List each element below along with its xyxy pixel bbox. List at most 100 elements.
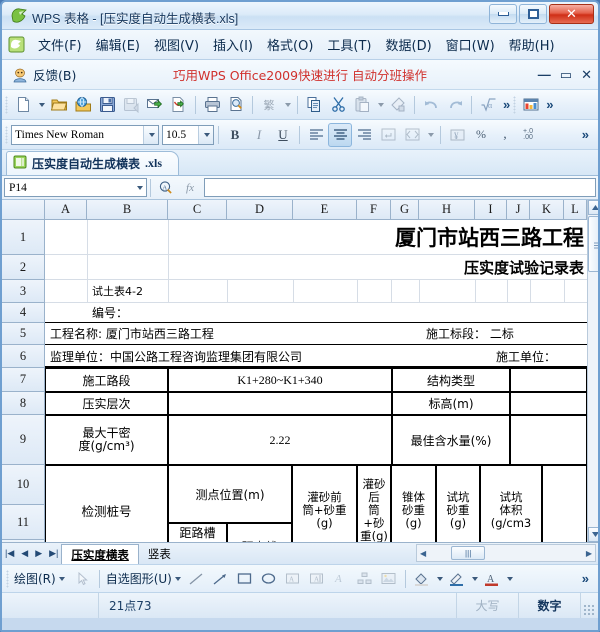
toolbar-grip[interactable] xyxy=(5,95,8,114)
row-header-7[interactable]: 7 xyxy=(2,368,45,392)
cell-h10-merged[interactable]: 试坑 砂重 (g) xyxy=(436,465,480,542)
cell-h8[interactable]: 标高(m) xyxy=(392,392,510,415)
select-objects-icon[interactable] xyxy=(71,567,95,591)
merge-cells-button[interactable] xyxy=(400,123,424,147)
maximize-button[interactable] xyxy=(519,4,547,24)
minimize-button[interactable] xyxy=(489,4,517,24)
nav-first-sheet-button[interactable]: |◀ xyxy=(5,548,14,559)
toolbar-overflow-button-2[interactable]: » xyxy=(543,97,556,112)
cell-h6[interactable]: 施工单位： xyxy=(492,346,587,367)
cell-title-sub[interactable]: 压实度试验记录表 xyxy=(45,255,587,279)
cell-b9[interactable]: 最大干密 度(g/cm³) xyxy=(45,415,168,465)
word-art-icon[interactable]: A xyxy=(329,567,353,591)
cell-e10-merged[interactable]: 灌砂前 筒+砂重 (g) xyxy=(292,465,357,542)
send-mail-icon[interactable] xyxy=(143,93,167,117)
column-header-h[interactable]: H xyxy=(419,200,475,220)
column-header-e[interactable]: E xyxy=(293,200,357,220)
row-header-3[interactable]: 3 xyxy=(2,280,45,303)
cell-ij7[interactable] xyxy=(510,368,587,392)
font-name-combo[interactable]: Times New Roman xyxy=(11,124,159,145)
export-pdf-icon[interactable] xyxy=(167,93,191,117)
scroll-up-button[interactable] xyxy=(588,200,598,215)
cell-b8[interactable]: 压实层次 xyxy=(45,392,168,415)
mdi-close-button[interactable]: ✕ xyxy=(581,67,592,83)
row-header-6[interactable]: 6 xyxy=(2,345,45,368)
formatbar-overflow-button[interactable]: » xyxy=(579,127,592,142)
menu-edit[interactable]: 编辑(E) xyxy=(89,31,147,58)
line-color-dropdown-icon[interactable] xyxy=(469,567,480,591)
cut-icon[interactable] xyxy=(326,93,350,117)
format-painter-icon[interactable] xyxy=(386,93,410,117)
diagram-icon[interactable] xyxy=(353,567,377,591)
menu-help[interactable]: 帮助(H) xyxy=(502,31,562,58)
new-dropdown-icon[interactable] xyxy=(35,93,47,117)
select-all-corner[interactable] xyxy=(2,200,45,220)
promo-text[interactable]: 巧用WPS Office2009快速进行 自动分班操作 xyxy=(173,65,427,84)
wrap-text-button[interactable] xyxy=(376,123,400,147)
vertical-scroll-thumb[interactable] xyxy=(588,216,598,272)
rectangle-icon[interactable] xyxy=(233,567,257,591)
cell-h9[interactable]: 最佳含水量(%) xyxy=(392,415,510,465)
vertical-scrollbar[interactable] xyxy=(587,200,598,542)
column-header-l[interactable]: L xyxy=(564,200,587,220)
menu-insert[interactable]: 插入(I) xyxy=(206,31,260,58)
spreadsheet-grid[interactable]: A B C D E F G H I J K L 1 2 3 4 5 6 7 8 … xyxy=(2,200,598,542)
align-left-button[interactable] xyxy=(304,123,328,147)
nav-last-sheet-button[interactable]: ▶| xyxy=(49,548,58,559)
sheet-tab-vertical[interactable]: 竖表 xyxy=(139,544,180,564)
feedback-label[interactable]: 反馈(B) xyxy=(33,65,76,84)
save-as-icon[interactable] xyxy=(119,93,143,117)
row-header-2[interactable]: 2 xyxy=(2,255,45,280)
font-size-dropdown-icon[interactable] xyxy=(198,125,213,144)
cell-cd7[interactable]: K1+280~K1+340 xyxy=(168,368,392,392)
formatbar-grip[interactable] xyxy=(5,125,8,144)
formula-input[interactable] xyxy=(204,178,596,197)
column-header-i[interactable]: I xyxy=(475,200,507,220)
document-tab[interactable]: 压实度自动生成横表 .xls xyxy=(6,151,180,175)
row-header-11[interactable]: 11 xyxy=(2,505,45,540)
column-header-d[interactable]: D xyxy=(227,200,293,220)
print-preview-icon[interactable] xyxy=(224,93,248,117)
mdi-minimize-button[interactable]: — xyxy=(538,67,551,82)
drawbar-grip[interactable] xyxy=(6,569,9,588)
underline-button[interactable]: U xyxy=(271,123,295,147)
comma-button[interactable]: , xyxy=(493,123,517,147)
fill-color-dropdown-icon[interactable] xyxy=(434,567,445,591)
toolbar-grip-2[interactable] xyxy=(513,95,517,114)
address-check-icon[interactable]: A xyxy=(154,176,178,200)
column-header-f[interactable]: F xyxy=(357,200,391,220)
menu-format[interactable]: 格式(O) xyxy=(260,31,320,58)
toolbar-overflow-button[interactable]: » xyxy=(500,97,513,112)
cell-ij9[interactable] xyxy=(510,415,587,465)
print-icon[interactable] xyxy=(200,93,224,117)
cell-f10-merged[interactable]: 灌砂后 筒+砂 重(g) xyxy=(357,465,391,542)
insert-picture-icon[interactable] xyxy=(377,567,401,591)
paste-dropdown-icon[interactable] xyxy=(374,93,386,117)
font-name-dropdown-icon[interactable] xyxy=(143,125,158,144)
redo-icon[interactable] xyxy=(443,93,467,117)
column-header-a[interactable]: A xyxy=(45,200,87,220)
row-header-5[interactable]: 5 xyxy=(2,323,45,345)
cell-h5[interactable]: 施工标段： 二标 xyxy=(422,323,587,344)
cell-c12[interactable]: 距路槽 xyxy=(168,523,227,542)
name-box[interactable]: P14 xyxy=(4,178,147,197)
merge-dropdown-icon[interactable] xyxy=(424,123,436,147)
italic-button[interactable]: I xyxy=(247,123,271,147)
cell-d12[interactable]: 距中线 xyxy=(227,523,292,542)
cell-b4[interactable]: 编号： xyxy=(88,303,167,322)
cell-a5[interactable]: 工程名称: 厦门市站西三路工程 xyxy=(46,323,376,344)
cell-b7[interactable]: 施工路段 xyxy=(45,368,168,392)
row-header-4[interactable]: 4 xyxy=(2,303,45,323)
bold-button[interactable]: B xyxy=(223,123,247,147)
mdi-restore-button[interactable]: ▭ xyxy=(560,67,572,83)
save-icon[interactable] xyxy=(95,93,119,117)
ellipse-icon[interactable] xyxy=(257,567,281,591)
column-header-k[interactable]: K xyxy=(530,200,564,220)
open-web-icon[interactable] xyxy=(71,93,95,117)
cell-ij8[interactable] xyxy=(510,392,587,415)
line-color-icon[interactable] xyxy=(445,567,469,591)
close-button[interactable]: ✕ xyxy=(549,4,594,24)
row-header-10[interactable]: 10 xyxy=(2,465,45,505)
text-box-icon[interactable]: A xyxy=(281,567,305,591)
new-icon[interactable] xyxy=(11,93,35,117)
